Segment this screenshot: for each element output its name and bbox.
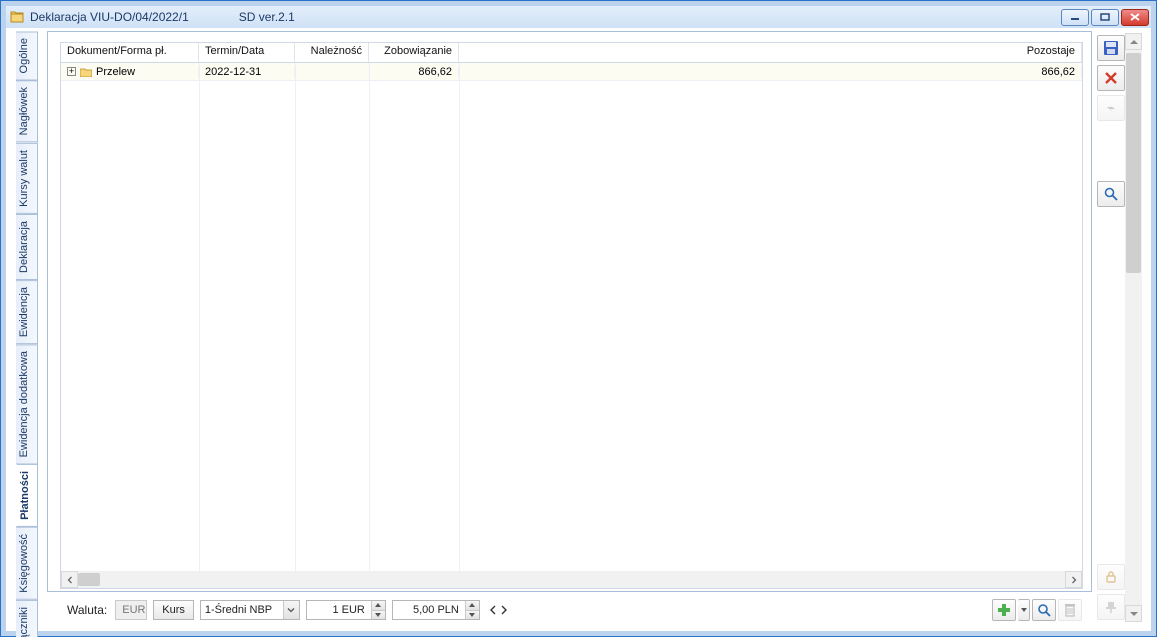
close-button[interactable] (1121, 9, 1149, 26)
scroll-up-icon[interactable] (1125, 33, 1142, 50)
scroll-left-icon[interactable] (61, 571, 78, 588)
scroll-track[interactable] (78, 571, 1065, 588)
cancel-button[interactable] (1097, 65, 1125, 91)
amount-pln-value: 5,00 PLN (393, 604, 465, 616)
app-window: Deklaracja VIU-DO/04/2022/1 SD ver.2.1 O… (0, 0, 1157, 637)
side-tabs: OgólneNagłówekKursy walutDeklaracjaEwide… (16, 31, 38, 628)
preview-button[interactable] (1032, 599, 1056, 621)
pin-button (1097, 594, 1125, 620)
cell-pozost: 866,62 (459, 66, 1082, 78)
step-up-icon[interactable] (466, 601, 479, 610)
cell-doc: Przelew (96, 66, 135, 78)
tab-naglowek[interactable]: Nagłówek (16, 80, 38, 142)
find-button[interactable] (1097, 181, 1125, 207)
step-down-icon[interactable] (466, 610, 479, 620)
vertical-scroll-thumb[interactable] (1126, 53, 1141, 273)
titlebar: Deklaracja VIU-DO/04/2022/1 SD ver.2.1 (6, 6, 1151, 28)
window-title: Deklaracja VIU-DO/04/2022/1 (30, 10, 189, 24)
scroll-right-icon[interactable] (1065, 571, 1082, 588)
app-icon (10, 10, 24, 24)
right-toolbar (1096, 31, 1144, 624)
column-term[interactable]: Termin/Data (199, 43, 295, 62)
window-version: SD ver.2.1 (239, 10, 295, 24)
nav-next-icon[interactable] (499, 601, 509, 619)
action-button (1097, 95, 1125, 121)
tab-ewidencja-dodatkowa[interactable]: Ewidencja dodatkowa (16, 344, 38, 464)
save-button[interactable] (1097, 35, 1125, 61)
maximize-button[interactable] (1091, 9, 1119, 26)
rate-type-value: 1-Średni NBP (201, 604, 283, 616)
rate-button[interactable]: Kurs (153, 600, 194, 620)
table-body: + Przelew 2022-12-31 866,62866,62 (61, 63, 1082, 571)
horizontal-scrollbar[interactable] (61, 571, 1082, 588)
table-header: Dokument/Forma pł.Termin/DataNależnośćZo… (61, 43, 1082, 63)
nav-prev-icon[interactable] (488, 601, 498, 619)
add-button[interactable] (992, 599, 1016, 621)
payments-table: Dokument/Forma pł.Termin/DataNależnośćZo… (60, 42, 1083, 589)
tab-ksiegowosc[interactable]: Księgowość (16, 527, 38, 600)
scroll-thumb[interactable] (78, 573, 100, 586)
cell-zobow: 866,62 (369, 66, 459, 78)
tab-deklaracja[interactable]: Deklaracja (16, 214, 38, 280)
minimize-button[interactable] (1061, 9, 1089, 26)
currency-label: Waluta: (67, 603, 107, 617)
column-pozost[interactable]: Pozostaje (459, 43, 1082, 62)
tab-kursy-walut[interactable]: Kursy walut (16, 143, 38, 214)
column-nalez[interactable]: Należność (295, 43, 369, 62)
column-zobow[interactable]: Zobowiązanie (369, 43, 459, 62)
column-doc[interactable]: Dokument/Forma pł. (61, 43, 199, 62)
bottom-bar: Waluta: EUR Kurs 1-Średni NBP 1 EUR 5,00… (47, 596, 1092, 624)
add-dropdown-button[interactable] (1018, 599, 1030, 621)
nav-arrows[interactable] (488, 601, 509, 619)
chevron-down-icon[interactable] (283, 601, 299, 619)
table-row[interactable]: + Przelew 2022-12-31 866,62866,62 (61, 63, 1082, 81)
amount-eur-stepper[interactable]: 1 EUR (306, 600, 386, 620)
tab-ewidencja[interactable]: Ewidencja (16, 280, 38, 344)
step-down-icon[interactable] (372, 610, 385, 620)
main-panel: Dokument/Forma pł.Termin/DataNależnośćZo… (47, 31, 1092, 592)
step-up-icon[interactable] (372, 601, 385, 610)
lock-button (1097, 564, 1125, 590)
delete-button (1058, 599, 1082, 621)
tab-ogolne[interactable]: Ogólne (16, 31, 38, 80)
cell-term: 2022-12-31 (199, 66, 295, 78)
amount-pln-stepper[interactable]: 5,00 PLN (392, 600, 480, 620)
scroll-down-icon[interactable] (1125, 605, 1142, 622)
folder-icon (80, 67, 92, 77)
amount-eur-value: 1 EUR (307, 604, 371, 616)
rate-type-select[interactable]: 1-Średni NBP (200, 600, 300, 620)
currency-field: EUR (115, 600, 147, 620)
expand-icon[interactable]: + (67, 67, 76, 76)
tab-zalaczniki[interactable]: Załączniki (16, 600, 38, 637)
tab-platnosci[interactable]: Płatności (16, 464, 38, 527)
